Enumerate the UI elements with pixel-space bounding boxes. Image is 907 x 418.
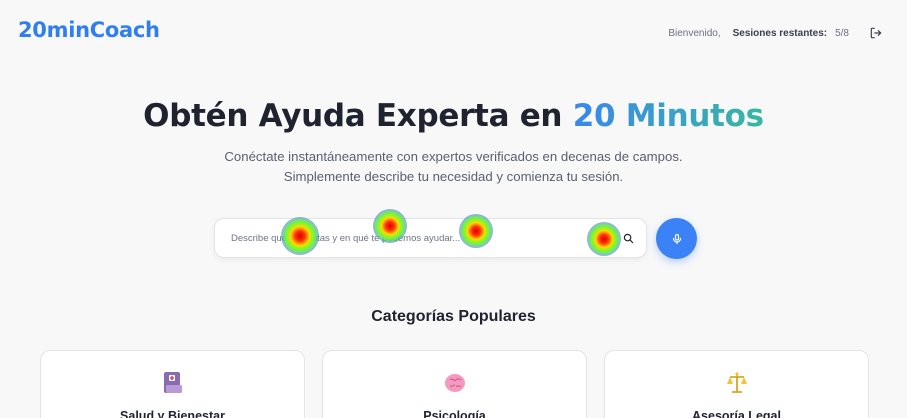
health-book-icon [164, 372, 182, 393]
category-label: Asesoría Legal [692, 409, 781, 418]
category-card-salud[interactable]: Salud y Bienestar [40, 350, 305, 418]
category-card-legal[interactable]: Asesoría Legal [604, 350, 869, 418]
header: 20minCoach Bienvenido, Sesiones restante… [0, 0, 907, 66]
voice-input-button[interactable] [656, 218, 697, 259]
hero-title-accent: 20 Minutos [572, 98, 764, 134]
category-label: Psicología [423, 409, 486, 418]
search-input[interactable] [231, 219, 611, 257]
search-icon[interactable] [623, 233, 634, 244]
category-label: Salud y Bienestar [120, 409, 225, 418]
category-card-psicologia[interactable]: Psicología [322, 350, 587, 418]
hero-subtitle: Conéctate instantáneamente con expertos … [224, 149, 683, 184]
logout-icon[interactable] [869, 26, 883, 40]
sessions-remaining-value: 5/8 [835, 27, 849, 39]
hero-title: Obtén Ayuda Experta en 20 Minutos [0, 98, 907, 134]
brain-icon [445, 374, 465, 392]
search-box [214, 218, 647, 258]
app-logo[interactable]: 20minCoach [18, 18, 160, 42]
welcome-text: Bienvenido, [668, 27, 721, 39]
microphone-icon [672, 233, 681, 244]
scales-icon [727, 372, 747, 393]
hero-title-main: Obtén Ayuda Experta en [143, 98, 573, 134]
categories-title: Categorías Populares [371, 308, 536, 325]
user-info: Bienvenido, Sesiones restantes: 5/8 [668, 26, 883, 40]
sessions-remaining-label: Sesiones restantes: [732, 27, 828, 39]
categories-grid: Salud y Bienestar Psicología Asesoría Le… [40, 350, 869, 418]
